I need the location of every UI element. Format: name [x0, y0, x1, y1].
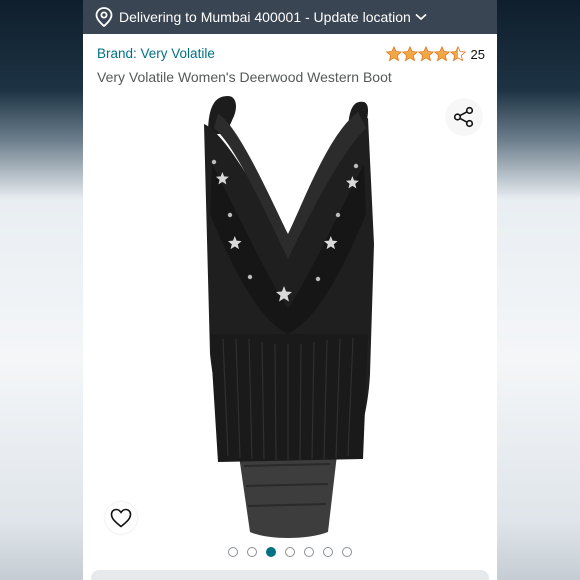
share-button[interactable]	[445, 98, 483, 136]
carousel-dot[interactable]	[266, 547, 276, 557]
product-image-gallery[interactable]	[83, 94, 497, 540]
product-title: Very Volatile Women's Deerwood Western B…	[97, 69, 392, 85]
share-icon	[453, 106, 474, 128]
delivery-location-text[interactable]: Delivering to Mumbai 400001 - Update loc…	[119, 9, 411, 25]
delivery-location-bar[interactable]: Delivering to Mumbai 400001 - Update loc…	[83, 0, 497, 34]
product-image	[204, 96, 374, 538]
product-header: Brand: Very Volatile 25 Very Volatile Wo…	[83, 34, 497, 94]
image-carousel-indicator	[83, 547, 497, 557]
rating-count[interactable]: 25	[471, 47, 485, 62]
next-section-card	[91, 570, 489, 580]
carousel-dot[interactable]	[228, 547, 238, 557]
carousel-dot[interactable]	[304, 547, 314, 557]
carousel-dot[interactable]	[323, 547, 333, 557]
location-pin-icon	[95, 7, 113, 27]
rating-summary[interactable]: 25	[385, 46, 485, 62]
product-page: Delivering to Mumbai 400001 - Update loc…	[83, 0, 497, 580]
chevron-down-icon	[415, 13, 427, 21]
brand-link[interactable]: Brand: Very Volatile	[97, 46, 215, 61]
wishlist-button[interactable]	[105, 502, 137, 534]
carousel-dot[interactable]	[247, 547, 257, 557]
carousel-dot[interactable]	[285, 547, 295, 557]
carousel-dot[interactable]	[342, 547, 352, 557]
rating-stars-icon	[385, 46, 466, 62]
heart-icon	[110, 508, 132, 528]
